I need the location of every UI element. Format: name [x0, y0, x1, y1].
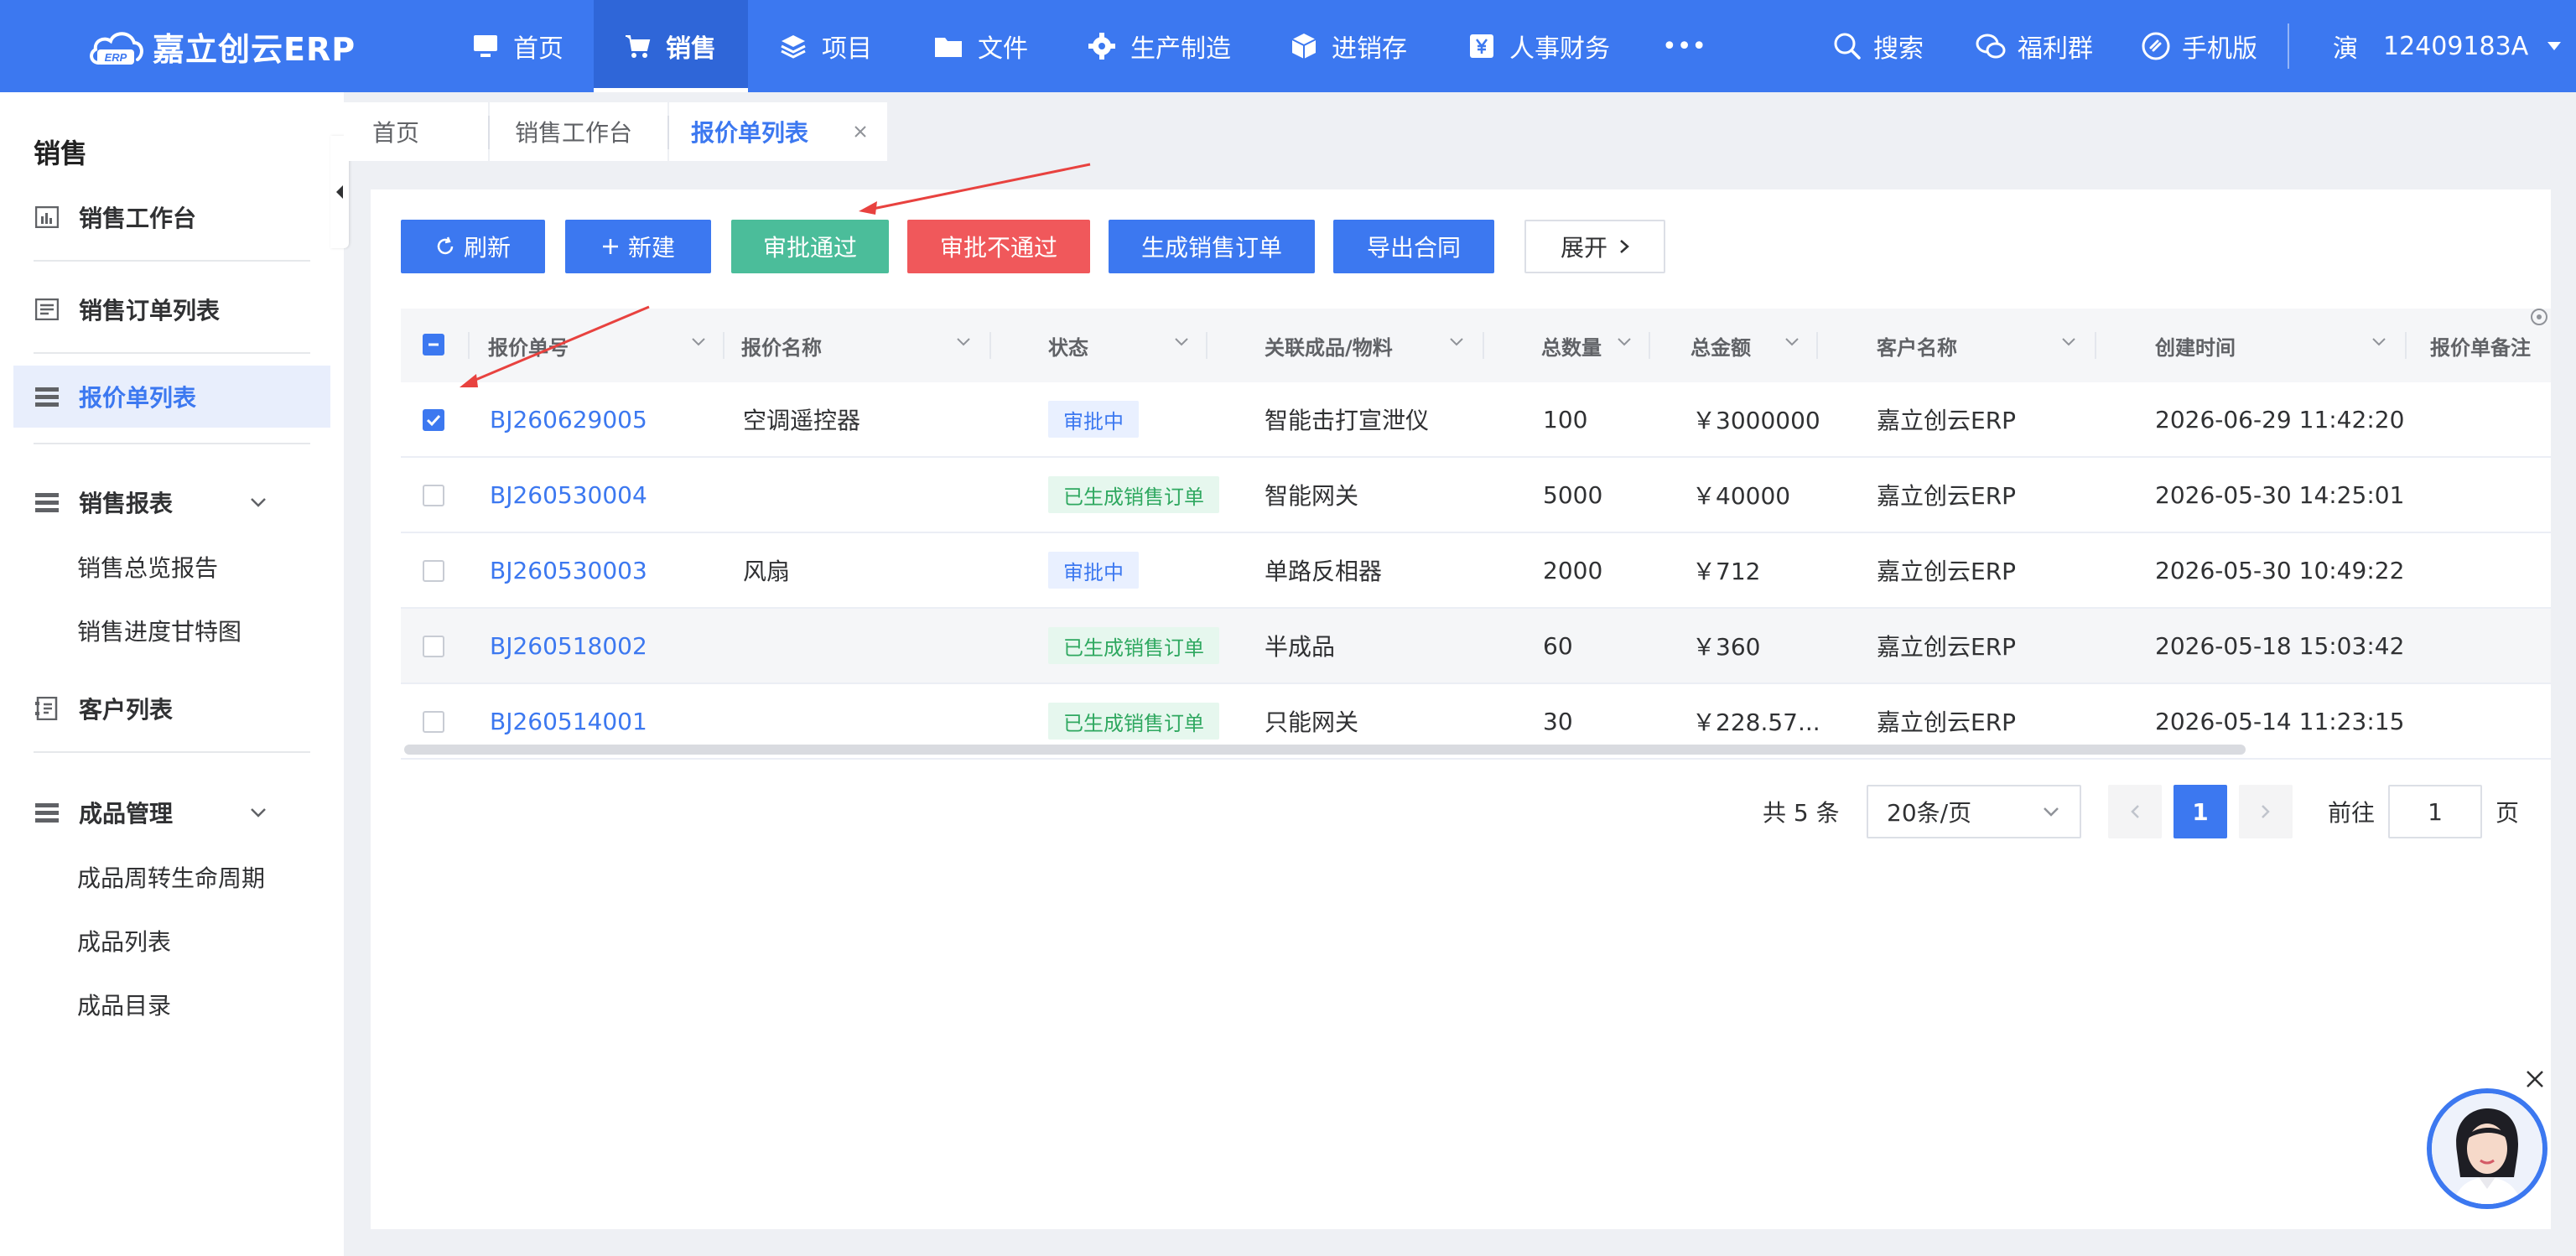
- arrow-head: [460, 374, 478, 387]
- customer-service-chat-button[interactable]: [2427, 1088, 2547, 1209]
- annotation-arrows: [460, 163, 1091, 387]
- assistant-avatar-icon: [2432, 1093, 2542, 1204]
- arrow-head: [859, 201, 877, 215]
- chat-close-icon[interactable]: [2524, 1068, 2546, 1090]
- arrow-to-approve: [868, 163, 1091, 211]
- arrow-to-checkbox: [469, 305, 650, 384]
